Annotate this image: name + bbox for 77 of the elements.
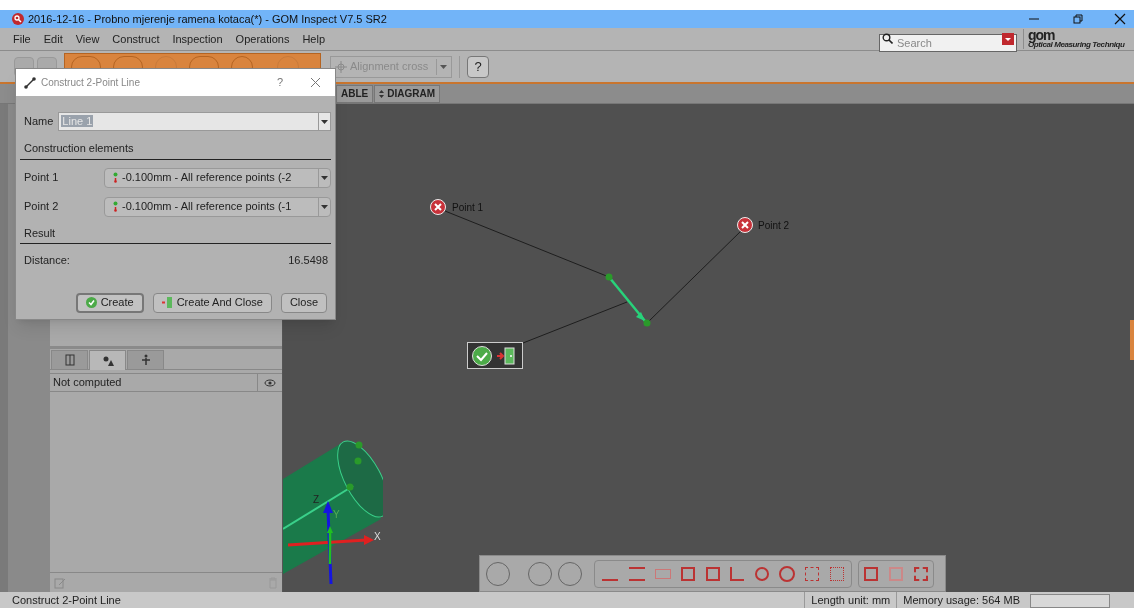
logo-tagline: Optical Measuring Techniqu [1028,41,1126,49]
list-icon [63,354,76,366]
distance-label: Distance: [24,253,70,268]
dropdown-icon[interactable] [1002,33,1014,45]
menu-item[interactable]: Edit [43,30,63,48]
menu-item[interactable]: Inspection [172,30,223,48]
distance-value: 16.5498 [288,253,328,268]
section-heading: Result [20,224,331,244]
sort-icon [379,89,385,98]
toolbar-button[interactable] [913,566,928,581]
menu-item[interactable]: File [13,30,31,48]
line-vector-drawing [604,272,652,328]
help-button[interactable]: ? [276,74,283,91]
search-icon [882,33,893,44]
app-icon [12,13,24,25]
menu-item[interactable]: Construct [112,30,160,48]
field-label: Name [24,114,54,130]
point-combobox[interactable]: -0.100mm - All reference points (-1 [104,196,331,217]
length-unit: Length unit: mm [804,592,897,608]
axis-label: X [374,530,381,544]
toolbar-button[interactable] [730,566,745,581]
edit-icon[interactable] [54,576,66,589]
help-button[interactable]: ? [467,55,489,78]
view-tab[interactable]: ABLE [336,84,374,103]
toolbar-button[interactable] [829,566,844,581]
figure-icon [139,354,152,366]
toolbar-button[interactable] [681,566,696,581]
caret-icon [321,119,328,124]
check-icon[interactable] [472,345,492,366]
error-icon [430,199,446,215]
selected-text: Line 1 [61,115,94,128]
door-exit-icon [161,297,173,308]
field-label: Point 2 [24,199,60,215]
axis-label: Z [313,493,320,507]
line-icon [24,76,36,89]
view-tab[interactable]: DIAGRAM [374,84,440,103]
check-icon [85,297,97,308]
caret-icon [440,64,447,69]
section-heading: Construction elements [20,140,331,160]
column-header[interactable]: Not computed [50,374,257,391]
side-handle[interactable] [1130,320,1134,360]
field-label: Point 1 [24,170,60,186]
dialog-button[interactable]: Create [75,292,144,313]
point-icon [113,201,118,212]
shapes-icon [101,354,114,367]
caret-icon [321,204,328,209]
dialog-button[interactable]: Close [280,292,327,313]
point-icon [113,172,118,183]
toolbar-button[interactable] [778,565,795,582]
splitter-handle[interactable] [50,346,282,349]
toolbar-button[interactable] [864,566,879,581]
caret-icon [321,175,328,180]
logo: gom [1028,29,1055,41]
toolbar-button[interactable] [628,566,645,581]
close-button[interactable] [1114,13,1126,25]
menu-item[interactable]: Operations [235,30,290,48]
menu-item[interactable]: View [75,30,100,48]
point-label: Point 2 [758,219,790,233]
point-label: Point 1 [452,201,484,215]
toolbar-button[interactable] [805,566,820,581]
door-exit-icon[interactable] [496,345,516,366]
dialog-title: Construct 2-Point Line [41,76,141,90]
dialog-button[interactable]: Create And Close [152,292,272,313]
memory-usage: Memory usage: 564 MB [896,592,1026,608]
window-title: 2016-12-16 - Probno mjerenje ramena kotaca(*) - GOM Inspect V7.5 SR2 [28,11,387,27]
restore-button[interactable] [1072,13,1084,25]
toolbar-button[interactable] [654,568,671,579]
panel-tab[interactable] [89,350,126,370]
search-field[interactable]: Search [879,34,1017,52]
toolbar-button[interactable] [754,566,769,581]
status-message: Construct 2-Point Line [12,593,122,608]
toolbar-button[interactable] [705,566,720,581]
panel-tab[interactable] [127,350,164,370]
close-button[interactable] [310,77,321,88]
error-icon [737,217,753,233]
point-combobox[interactable]: -0.100mm - All reference points (-2 [104,167,331,188]
menu-item[interactable]: Help [302,30,326,48]
